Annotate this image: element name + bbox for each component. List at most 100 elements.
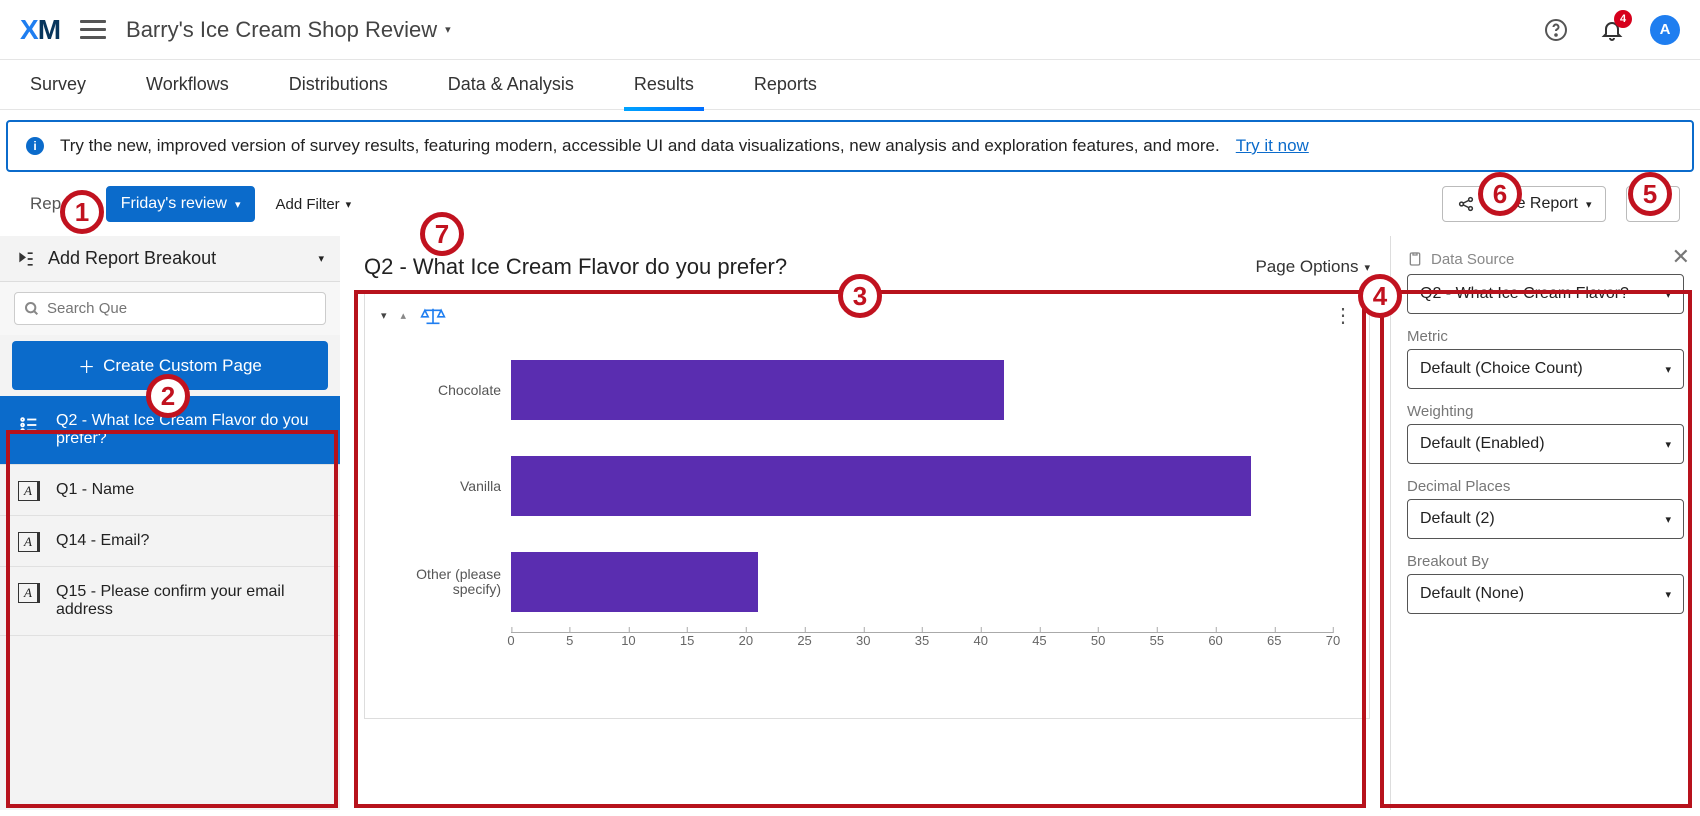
data-source-value: Q2 - What Ice Cream Flavor? [1420,285,1629,303]
chevron-down-icon: ▾ [346,198,352,211]
tab-data-analysis[interactable]: Data & Analysis [448,60,574,110]
breakout-label: Add Report Breakout [48,248,216,269]
project-title-dropdown[interactable]: Barry's Ice Cream Shop Review ▾ [126,17,451,43]
decimal-select[interactable]: Default (2) ▾ [1407,499,1684,539]
x-tick: 60 [1208,633,1222,648]
tab-workflows[interactable]: Workflows [146,60,229,110]
info-banner: i Try the new, improved version of surve… [6,120,1694,172]
weighting-select[interactable]: Default (Enabled) ▾ [1407,424,1684,464]
sidebar-item-label: Q2 - What Ice Cream Flavor do you prefer… [56,412,309,447]
breakout-by-label: Breakout By [1407,553,1684,570]
plus-icon: ＋ [78,353,95,378]
page-options-label: Page Options [1255,257,1358,277]
clipboard-icon [1407,250,1423,268]
decimal-value: Default (2) [1420,510,1495,528]
chevron-down-icon: ▾ [235,198,241,211]
sidebar-item-q1[interactable]: A Q1 - Name [0,465,340,516]
info-icon: i [26,137,44,155]
x-tick: 5 [566,633,573,648]
sidebar-item-q15[interactable]: A Q15 - Please confirm your email addres… [0,567,340,636]
add-filter-label: Add Filter [275,196,339,213]
try-it-now-link[interactable]: Try it now [1236,136,1309,156]
data-source-select[interactable]: Q2 - What Ice Cream Flavor? ▾ [1407,274,1684,314]
notifications-icon[interactable]: 4 [1594,12,1630,48]
bar-label: Other (please specify) [381,567,501,598]
chevron-down-icon: ▾ [1665,363,1671,376]
bar-label: Vanilla [381,478,501,494]
x-tick: 20 [739,633,753,648]
tab-distributions[interactable]: Distributions [289,60,388,110]
question-list: Q2 - What Ice Cream Flavor do you prefer… [0,396,340,810]
x-tick: 45 [1032,633,1046,648]
sidebar-item-label: Q15 - Please confirm your email address [56,583,285,618]
share-report-label: Share Report [1483,195,1578,213]
chevron-down-icon: ▾ [1586,198,1592,211]
hamburger-icon[interactable] [80,20,106,39]
chevron-down-icon: ▾ [1663,198,1669,211]
metric-select[interactable]: Default (Choice Count) ▾ [1407,349,1684,389]
settings-button[interactable]: ▾ [1626,186,1680,222]
text-question-icon: A [18,481,40,501]
sidebar-item-q14[interactable]: A Q14 - Email? [0,516,340,567]
add-filter-button[interactable]: Add Filter ▾ [275,196,351,213]
search-input[interactable] [14,292,326,325]
chevron-down-icon: ▾ [1364,261,1370,274]
gear-icon [1637,195,1655,213]
chevron-down-icon: ▾ [1665,438,1671,451]
chevron-down-icon[interactable]: ▾ [381,309,387,322]
scale-icon[interactable] [420,305,446,327]
chevron-down-icon: ▾ [1665,588,1671,601]
top-bar: XM Barry's Ice Cream Shop Review ▾ 4 A [0,0,1700,60]
chevron-down-icon: ▾ [1665,288,1671,301]
report-selector[interactable]: Friday's review ▾ [106,186,256,222]
multiple-choice-icon [18,414,40,436]
kebab-menu-icon[interactable]: ⋮ [1333,303,1353,328]
chevron-up-icon[interactable]: ▴ [401,309,407,322]
text-question-icon: A [18,583,40,603]
page-options-dropdown[interactable]: Page Options ▾ [1255,257,1370,277]
x-tick: 15 [680,633,694,648]
sidebar-item-q2[interactable]: Q2 - What Ice Cream Flavor do you prefer… [0,396,340,465]
bar [511,456,1251,516]
share-report-button[interactable]: Share Report ▾ [1442,186,1607,222]
create-custom-label: Create Custom Page [103,356,262,376]
x-tick: 70 [1326,633,1340,648]
info-banner-text: Try the new, improved version of survey … [60,136,1220,156]
avatar[interactable]: A [1650,15,1680,45]
x-tick: 50 [1091,633,1105,648]
x-tick: 35 [915,633,929,648]
project-title-label: Barry's Ice Cream Shop Review [126,17,437,43]
logo[interactable]: XM [20,14,60,46]
bar-chart: ChocolateVanillaOther (please specify) 0… [381,342,1353,702]
report-name: Friday's review [121,195,227,213]
x-tick: 40 [973,633,987,648]
weighting-value: Default (Enabled) [1420,435,1545,453]
chevron-down-icon: ▾ [445,23,451,36]
tab-bar: Survey Workflows Distributions Data & An… [0,60,1700,110]
report-label: Report: [30,194,86,214]
breakout-value: Default (None) [1420,585,1524,603]
sidebar: Add Report Breakout ▾ ＋ Create Custom Pa… [0,236,340,810]
sidebar-item-label: Q1 - Name [56,481,134,498]
report-toolbar: Report: Friday's review ▾ Add Filter ▾ S… [0,172,1700,236]
x-tick: 65 [1267,633,1281,648]
inspector-panel: ✕ Data Source Q2 - What Ice Cream Flavor… [1390,236,1700,810]
tab-results[interactable]: Results [634,60,694,110]
metric-label: Metric [1407,328,1684,345]
add-report-breakout[interactable]: Add Report Breakout ▾ [0,236,340,282]
chevron-down-icon: ▾ [1665,513,1671,526]
create-custom-page-button[interactable]: ＋ Create Custom Page [12,341,328,390]
chart-card[interactable]: ▾ ▴ ⋮ Chocolate Vanilla Other (please spec… [364,292,1370,719]
close-icon[interactable]: ✕ [1672,244,1690,270]
help-icon[interactable] [1538,12,1574,48]
bar-label: Chocolate [381,382,501,398]
x-tick: 25 [797,633,811,648]
tab-reports[interactable]: Reports [754,60,817,110]
search-icon [24,301,40,317]
question-title: Q2 - What Ice Cream Flavor do you prefer… [364,254,787,280]
breakout-icon [16,249,36,269]
decimal-label: Decimal Places [1407,478,1684,495]
tab-survey[interactable]: Survey [30,60,86,110]
x-tick: 10 [621,633,635,648]
breakout-by-select[interactable]: Default (None) ▾ [1407,574,1684,614]
